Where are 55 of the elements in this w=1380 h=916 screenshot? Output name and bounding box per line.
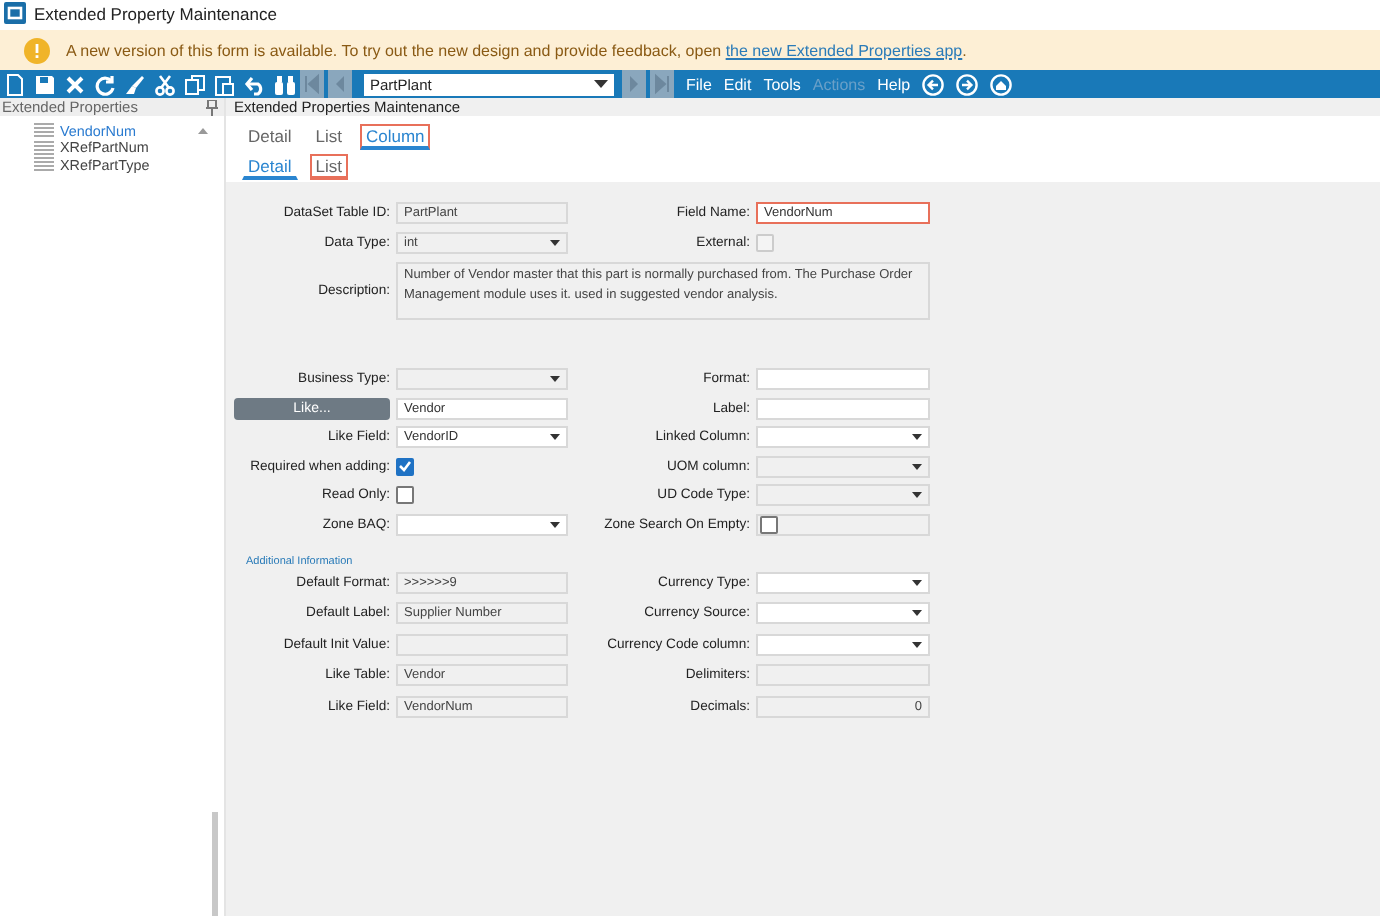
- cut-icon[interactable]: [154, 73, 176, 95]
- paste-icon[interactable]: [214, 73, 236, 95]
- window-title: Extended Property Maintenance: [34, 3, 277, 23]
- field-icon: [34, 139, 54, 156]
- dropdown-caret-icon: [912, 463, 922, 469]
- field-icon: [34, 122, 54, 139]
- brush-icon[interactable]: [124, 73, 146, 95]
- last-record-icon[interactable]: [650, 70, 674, 98]
- dropdown-caret-icon: [912, 579, 922, 585]
- field-icon: [34, 156, 54, 173]
- delete-icon[interactable]: [64, 73, 86, 95]
- dropdown-field[interactable]: [756, 633, 930, 655]
- checkbox[interactable]: [396, 486, 414, 504]
- dropdown-caret-icon: [912, 610, 922, 616]
- save-icon[interactable]: [34, 73, 56, 95]
- tab[interactable]: Detail: [242, 124, 298, 150]
- next-record-icon[interactable]: [622, 70, 646, 98]
- dropdown-caret-icon: [550, 376, 560, 382]
- tab[interactable]: List: [309, 153, 348, 179]
- menu-item[interactable]: Tools: [763, 75, 801, 93]
- scroll-up-icon[interactable]: [198, 127, 208, 134]
- banner-message: A new version of this form is available. To try out the new design and provide feedback, open the new Extended Properties app.: [66, 41, 967, 59]
- undo-icon[interactable]: [244, 73, 266, 95]
- tab[interactable]: Column: [359, 124, 431, 150]
- scrollbar-thumb[interactable]: [212, 812, 218, 916]
- warning-icon: [24, 37, 50, 63]
- pin-icon[interactable]: [206, 99, 218, 115]
- checkbox[interactable]: [396, 457, 414, 475]
- back-icon[interactable]: [922, 73, 945, 95]
- forward-icon[interactable]: [956, 73, 979, 95]
- home-icon[interactable]: [990, 73, 1013, 95]
- tab[interactable]: Detail: [242, 153, 298, 179]
- binoculars-icon[interactable]: [274, 73, 296, 95]
- refresh-icon[interactable]: [94, 73, 116, 95]
- tab[interactable]: List: [309, 124, 348, 150]
- dropdown-caret-icon: [912, 434, 922, 440]
- dropdown-field[interactable]: [756, 426, 930, 448]
- menu-item[interactable]: Help: [877, 75, 911, 93]
- new-page-icon[interactable]: [4, 73, 26, 95]
- dropdown-field[interactable]: [396, 513, 568, 535]
- dropdown-caret-icon: [550, 521, 560, 527]
- dropdown-caret-icon: [912, 641, 922, 647]
- dropdown-caret-icon: [550, 240, 560, 246]
- text-field[interactable]: [756, 397, 930, 419]
- dropdown-caret-icon: [550, 434, 560, 440]
- copy-icon[interactable]: [184, 73, 206, 95]
- dropdown-field[interactable]: [756, 571, 930, 593]
- previous-record-icon[interactable]: [328, 70, 352, 98]
- menu-item[interactable]: File: [686, 75, 712, 93]
- menu-item[interactable]: Edit: [723, 75, 752, 93]
- extended-properties-app-link[interactable]: the new Extended Properties app: [725, 41, 963, 59]
- text-field[interactable]: [756, 368, 930, 390]
- dropdown-caret-icon: [594, 80, 608, 88]
- dropdown-field[interactable]: [756, 602, 930, 624]
- dropdown-caret-icon: [912, 492, 922, 498]
